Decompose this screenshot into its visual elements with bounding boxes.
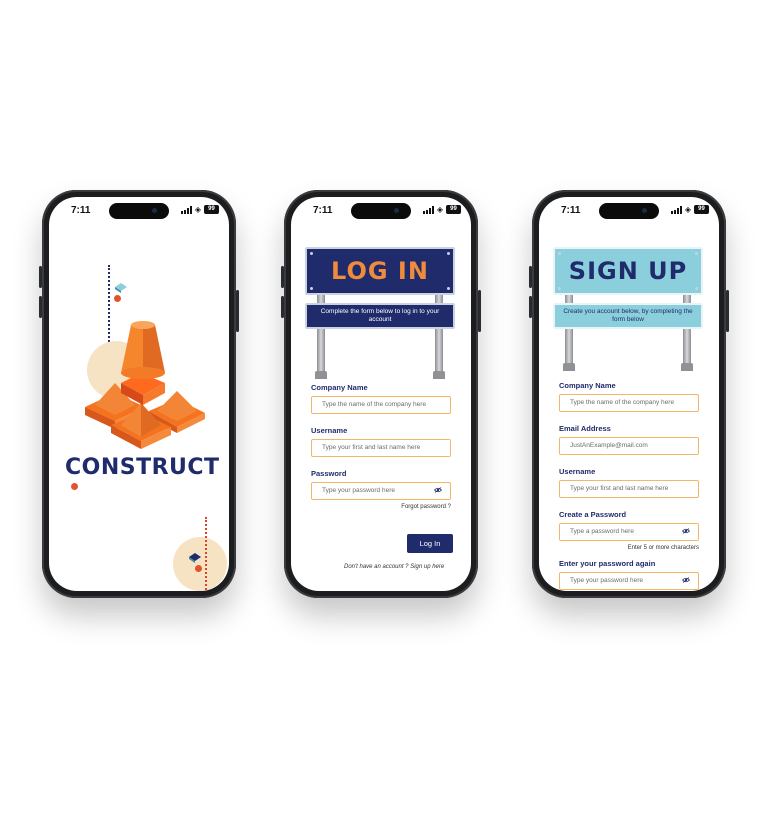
- create-password-placeholder: Type a password here: [570, 528, 634, 535]
- company-name-group: Company Name Type the name of the compan…: [311, 383, 451, 414]
- power-button: [726, 290, 729, 332]
- dotted-line-decoration: [205, 517, 207, 591]
- signal-icon: [670, 205, 682, 214]
- confirm-password-placeholder: Type your password here: [570, 577, 643, 584]
- forgot-password-link[interactable]: Forgot password ?: [311, 504, 451, 510]
- company-name-input[interactable]: Type the name of the company here: [311, 396, 451, 414]
- login-button[interactable]: Log In: [407, 534, 453, 553]
- small-block-decoration: [115, 283, 127, 293]
- username-group: Username Type your first and last name h…: [559, 467, 699, 498]
- status-time: 7:11: [561, 205, 581, 216]
- sign-post: [317, 287, 325, 371]
- signup-subtitle: Create you account below, by completing …: [563, 308, 693, 323]
- password-placeholder: Type your password here: [322, 487, 395, 494]
- subtitle-board: Complete the form below to log in to you…: [305, 303, 455, 329]
- dynamic-island: [351, 203, 411, 219]
- username-input[interactable]: Type your first and last name here: [311, 439, 451, 457]
- company-name-group: Company Name Type the name of the compan…: [559, 381, 699, 412]
- splash-screen: 7:11 ◈ 99 CONSTRUCT: [49, 197, 229, 591]
- small-block-decoration: [189, 553, 201, 563]
- email-group: Email Address JustAnExample@mail.com: [559, 424, 699, 455]
- beige-circle-decoration: [173, 537, 227, 591]
- signup-title: SIGN UP: [568, 257, 688, 285]
- password-input[interactable]: Type your password here: [311, 482, 451, 500]
- signal-icon: [422, 205, 434, 214]
- volume-down-button: [529, 296, 532, 318]
- confirm-password-group: Enter your password again Type your pass…: [559, 559, 699, 590]
- status-time: 7:11: [313, 205, 333, 216]
- create-password-input[interactable]: Type a password here: [559, 523, 699, 541]
- sign-post-base: [315, 371, 327, 379]
- sign-post-base: [681, 363, 693, 371]
- volume-down-button: [281, 296, 284, 318]
- title-board: LOG IN: [305, 247, 455, 295]
- phone-login: 7:11 ◈ 99 LOG IN Complete the form below…: [281, 190, 481, 598]
- volume-down-button: [39, 296, 42, 318]
- orange-dot-decoration: [71, 483, 78, 490]
- hide-password-icon[interactable]: [682, 528, 690, 534]
- orange-dot-decoration: [114, 295, 121, 302]
- wifi-icon: ◈: [194, 204, 201, 214]
- username-group: Username Type your first and last name h…: [311, 426, 451, 457]
- signup-screen: 7:11 ◈ 99 SIGN UP Create you account bel…: [539, 197, 719, 591]
- create-password-label: Create a Password: [559, 510, 627, 519]
- status-icons: ◈ 99: [670, 204, 709, 214]
- title-board: SIGN UP: [553, 247, 703, 295]
- volume-up-button: [39, 266, 42, 288]
- company-name-input[interactable]: Type the name of the company here: [559, 394, 699, 412]
- traffic-cones-illustration: [85, 321, 205, 449]
- confirm-password-label: Enter your password again: [559, 559, 656, 568]
- password-group: Password Type your password here: [311, 469, 451, 500]
- battery-icon: 99: [694, 205, 709, 214]
- status-icons: ◈ 99: [422, 204, 461, 214]
- company-name-label: Company Name: [559, 381, 616, 390]
- dynamic-island: [109, 203, 169, 219]
- username-label: Username: [311, 426, 348, 435]
- username-label: Username: [559, 467, 596, 476]
- signup-link[interactable]: Don't have an account ? Sign up here: [344, 564, 444, 570]
- phone-splash: 7:11 ◈ 99 CONSTRUCT: [39, 190, 239, 598]
- login-title: LOG IN: [331, 257, 429, 285]
- wifi-icon: ◈: [684, 204, 691, 214]
- wifi-icon: ◈: [436, 204, 443, 214]
- email-input[interactable]: JustAnExample@mail.com: [559, 437, 699, 455]
- power-button: [478, 290, 481, 332]
- confirm-password-input[interactable]: Type your password here: [559, 572, 699, 590]
- password-hint: Enter 5 or more characters: [627, 545, 699, 551]
- volume-up-button: [529, 266, 532, 288]
- signal-icon: [180, 205, 192, 214]
- login-subtitle: Complete the form below to log in to you…: [320, 308, 440, 323]
- email-label: Email Address: [559, 424, 611, 433]
- power-button: [236, 290, 239, 332]
- hide-password-icon[interactable]: [682, 577, 690, 583]
- battery-icon: 99: [204, 205, 219, 214]
- sign-post-base: [563, 363, 575, 371]
- login-screen: 7:11 ◈ 99 LOG IN Complete the form below…: [291, 197, 471, 591]
- brand-logo-text: CONSTRUCT: [65, 455, 220, 480]
- status-time: 7:11: [71, 205, 91, 216]
- company-name-label: Company Name: [311, 383, 368, 392]
- volume-up-button: [281, 266, 284, 288]
- battery-icon: 99: [446, 205, 461, 214]
- create-password-group: Create a Password Type a password here E…: [559, 510, 699, 551]
- sign-post-base: [433, 371, 445, 379]
- subtitle-board: Create you account below, by completing …: [553, 303, 703, 329]
- username-input[interactable]: Type your first and last name here: [559, 480, 699, 498]
- password-label: Password: [311, 469, 347, 478]
- login-form: Company Name Type the name of the compan…: [311, 383, 451, 510]
- login-sign-illustration: LOG IN Complete the form below to log in…: [305, 247, 455, 379]
- dynamic-island: [599, 203, 659, 219]
- signup-sign-illustration: SIGN UP Create you account below, by com…: [553, 247, 703, 377]
- signup-form: Company Name Type the name of the compan…: [559, 381, 699, 590]
- orange-dot-decoration: [195, 565, 202, 572]
- sign-post: [435, 287, 443, 371]
- hide-password-icon[interactable]: [434, 487, 442, 493]
- status-icons: ◈ 99: [180, 204, 219, 214]
- phone-signup: 7:11 ◈ 99 SIGN UP Create you account bel…: [529, 190, 729, 598]
